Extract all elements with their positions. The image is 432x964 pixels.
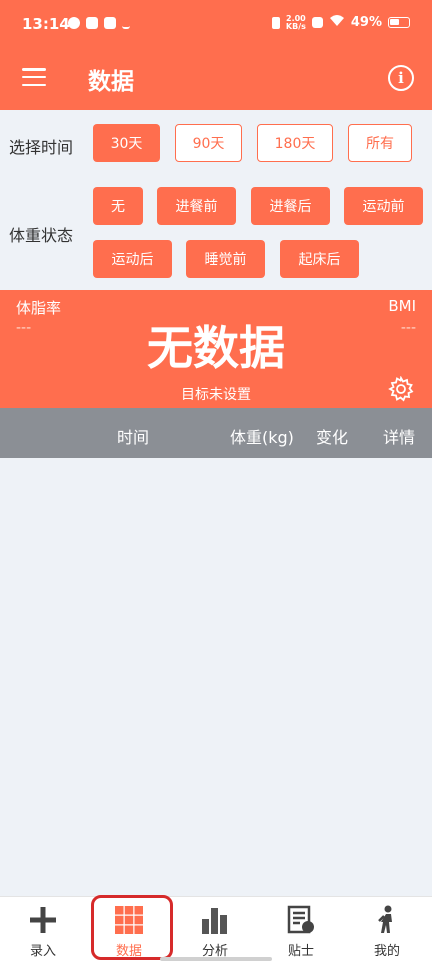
sim-icon	[311, 17, 323, 28]
state-option-after-meal[interactable]: 进餐后	[251, 187, 330, 225]
download-icon	[122, 17, 130, 29]
battery-percent: 49%	[350, 15, 382, 30]
state-option-after-exercise[interactable]: 运动后	[93, 240, 172, 278]
table-header: 时间 体重(kg) 变化 详情	[0, 408, 432, 458]
wifi-icon	[329, 14, 345, 31]
speed-unit: KB/s	[285, 21, 306, 31]
summary-card: 体脂率 --- 无数据 BMI --- 目标未设置	[0, 290, 432, 408]
person-walk-icon	[378, 905, 392, 933]
nav-item-tips[interactable]: 贴士	[258, 897, 344, 964]
nav-item-input[interactable]: 录入	[0, 897, 86, 964]
info-icon[interactable]: i	[388, 65, 414, 91]
plus-icon	[30, 907, 56, 933]
mail-icon	[104, 17, 116, 29]
active-tab-highlight	[91, 895, 173, 960]
home-indicator	[160, 957, 272, 961]
nav-item-analysis[interactable]: 分析	[172, 897, 258, 964]
state-option-after-wake[interactable]: 起床后	[280, 240, 359, 278]
gear-icon[interactable]	[388, 376, 414, 402]
status-right: 2.00 KB/s 49%	[271, 14, 410, 31]
filter-section: 选择时间 30天 90天 180天 所有 体重状态 无 进餐前 进餐后 运动前 …	[0, 110, 432, 290]
target-status: 目标未设置	[181, 387, 251, 403]
table-body[interactable]	[0, 458, 432, 896]
app-bar: 数据 i	[0, 50, 432, 110]
menu-icon[interactable]	[22, 68, 46, 86]
state-option-before-exercise[interactable]: 运动前	[344, 187, 423, 225]
nav-label: 贴士	[287, 944, 314, 959]
bmi-value: ---	[400, 320, 416, 336]
vibrate-icon	[271, 16, 280, 29]
column-weight: 体重(kg)	[230, 428, 294, 447]
state-option-none[interactable]: 无	[93, 187, 143, 225]
notification-icons	[68, 17, 130, 29]
column-details: 详情	[383, 428, 416, 447]
nav-item-profile[interactable]: 我的	[344, 897, 430, 964]
state-option-before-sleep[interactable]: 睡觉前	[186, 240, 265, 278]
column-change: 变化	[316, 428, 349, 447]
time-option-180[interactable]: 180天	[257, 124, 333, 162]
network-speed: 2.00 KB/s	[285, 14, 306, 31]
state-filter-label: 体重状态	[9, 226, 74, 245]
bottom-nav: 录入 数据 分析 贴士 我的	[0, 896, 432, 964]
no-data-headline: 无数据	[147, 321, 285, 375]
time-option-30[interactable]: 30天	[93, 124, 160, 162]
nav-label: 我的	[373, 944, 400, 959]
bar-chart-icon	[202, 908, 227, 934]
time-option-90[interactable]: 90天	[175, 124, 242, 162]
time-filter-label: 选择时间	[9, 138, 74, 157]
battery-icon	[388, 17, 410, 28]
column-time: 时间	[117, 428, 150, 447]
time-option-all[interactable]: 所有	[348, 124, 412, 162]
status-time: 13:14	[22, 15, 70, 33]
nav-label: 录入	[29, 944, 56, 959]
app-icon	[86, 17, 98, 29]
check-icon	[68, 17, 80, 29]
bmi-label: BMI	[388, 297, 416, 315]
status-bar: 13:14 2.00 KB/s 49%	[0, 0, 432, 50]
state-option-before-meal[interactable]: 进餐前	[157, 187, 236, 225]
page-title: 数据	[88, 69, 134, 95]
document-icon	[287, 905, 314, 934]
